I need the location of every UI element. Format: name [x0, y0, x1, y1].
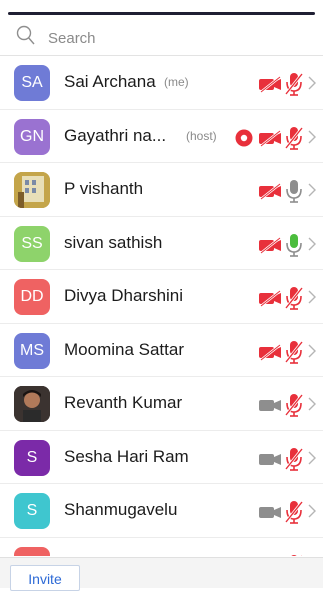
invite-button[interactable]: Invite — [10, 565, 80, 591]
mic-muted-icon[interactable] — [283, 339, 305, 365]
mic-muted-icon[interactable] — [283, 392, 305, 418]
avatar: S — [14, 439, 50, 476]
participant-row[interactable]: SJ Sonu Jain — [0, 538, 323, 557]
participant-row[interactable]: DD Divya Dharshini — [0, 270, 323, 324]
video-off-icon[interactable] — [257, 235, 283, 255]
avatar-initials: DD — [20, 288, 44, 305]
video-off-icon[interactable] — [257, 288, 283, 308]
avatar: SJ — [14, 546, 50, 557]
mic-muted-icon[interactable] — [283, 446, 305, 472]
participant-row[interactable]: S Sesha Hari Ram — [0, 431, 323, 484]
participant-name: Moomina Sattar — [64, 339, 184, 359]
chevron-right-icon[interactable] — [307, 504, 317, 518]
participant-name: Sesha Hari Ram — [64, 446, 189, 466]
avatar-initials: S — [26, 448, 38, 466]
mic-icon[interactable] — [283, 232, 305, 258]
chevron-right-icon[interactable] — [307, 237, 317, 251]
avatar: DD — [14, 279, 50, 315]
chevron-right-icon[interactable] — [307, 130, 317, 144]
top-divider — [8, 12, 315, 15]
avatar: SA — [14, 65, 50, 101]
video-off-icon[interactable] — [257, 342, 283, 362]
participant-name: Revanth Kumar — [64, 393, 183, 412]
participant-name: Divya Dharshini — [64, 286, 184, 305]
avatar-initials: MS — [20, 341, 44, 359]
video-off-icon[interactable] — [257, 181, 283, 201]
chevron-right-icon[interactable] — [307, 290, 317, 304]
video-off-icon[interactable] — [257, 128, 283, 148]
participant-name: Sai Archana — [64, 72, 156, 91]
participant-name: sivan sathish — [64, 232, 163, 252]
participant-name: P vishanth — [64, 179, 144, 198]
participant-row[interactable]: GN Gayathri na... (host) — [0, 110, 323, 163]
participant-tag: (host) — [186, 128, 217, 143]
mic-muted-icon[interactable] — [283, 71, 305, 97]
avatar-initials: SA — [21, 74, 43, 91]
mic-muted-icon[interactable] — [283, 553, 305, 557]
participant-name: Sonu Jain — [64, 554, 140, 557]
chevron-right-icon[interactable] — [307, 397, 317, 411]
avatar-initials: SJ — [23, 556, 42, 557]
search-input[interactable] — [46, 26, 300, 50]
video-icon[interactable] — [257, 502, 283, 522]
participant-row[interactable]: P vishanth — [0, 163, 323, 217]
participant-tag: (me) — [164, 75, 189, 89]
chevron-right-icon[interactable] — [307, 451, 317, 465]
video-off-icon[interactable] — [257, 74, 283, 94]
avatar: SS — [14, 225, 50, 262]
avatar-initials: SS — [21, 234, 43, 252]
avatar: S — [14, 493, 50, 529]
avatar-initials: GN — [20, 127, 44, 145]
video-icon[interactable] — [257, 395, 283, 415]
mic-muted-icon[interactable] — [283, 125, 305, 151]
avatar — [14, 386, 50, 422]
participant-row[interactable]: S Shanmugavelu — [0, 484, 323, 538]
participant-name: Gayathri na... — [64, 125, 167, 145]
chevron-right-icon[interactable] — [307, 76, 317, 90]
search-icon — [16, 25, 35, 45]
mic-muted-icon[interactable] — [283, 285, 305, 311]
participant-row[interactable]: SA Sai Archana (me) — [0, 56, 323, 110]
video-icon[interactable] — [257, 556, 283, 557]
chevron-right-icon[interactable] — [307, 344, 317, 358]
participant-row[interactable]: MS Moomina Sattar — [0, 324, 323, 377]
avatar: MS — [14, 332, 50, 369]
avatar — [14, 172, 50, 208]
footer-bar: Invite — [0, 557, 323, 591]
record-icon — [235, 129, 253, 146]
mic-icon[interactable] — [283, 178, 305, 204]
participant-list: SA Sai Archana (me) GN Gayathri na... (h… — [0, 56, 323, 556]
participant-name: Shanmugavelu — [64, 500, 178, 519]
avatar: GN — [14, 118, 50, 155]
participant-row[interactable]: SS sivan sathish — [0, 217, 323, 270]
participant-row[interactable]: Revanth Kumar — [0, 377, 323, 431]
video-icon[interactable] — [257, 449, 283, 469]
top-bar — [0, 0, 323, 16]
avatar-initials: S — [26, 502, 38, 519]
chevron-right-icon[interactable] — [307, 183, 317, 197]
search-bar — [0, 17, 323, 56]
mic-muted-icon[interactable] — [283, 499, 305, 525]
